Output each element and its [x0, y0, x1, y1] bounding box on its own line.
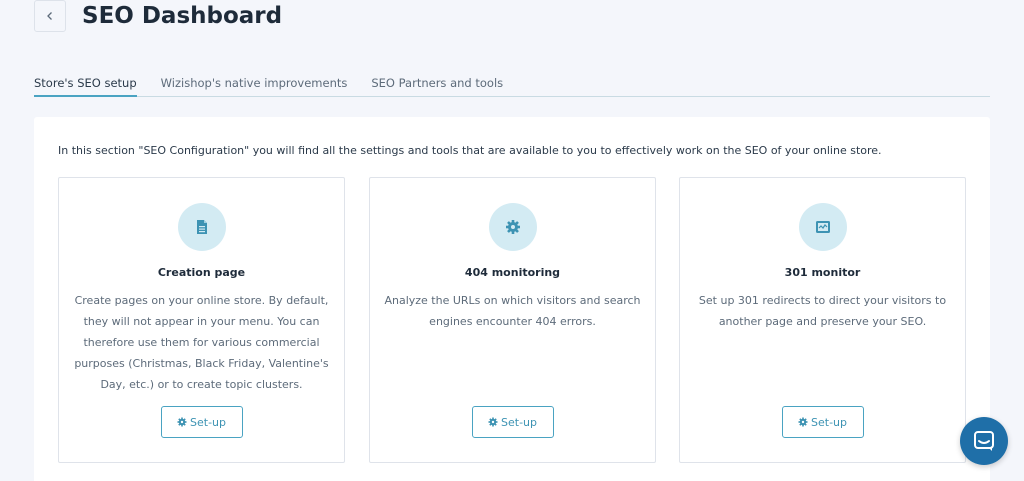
card-301-monitor: 301 monitor Set up 301 redirects to dire…	[679, 177, 966, 463]
card-icon-circle	[798, 203, 847, 251]
monitor-icon	[815, 221, 830, 233]
card-description: Set up 301 redirects to direct your visi…	[698, 294, 947, 328]
document-icon	[196, 220, 207, 234]
intro-text: In this section "SEO Configuration" you …	[58, 144, 882, 157]
gear-icon	[177, 417, 187, 427]
tab-native-improvements[interactable]: Wizishop's native improvements	[161, 70, 348, 97]
setup-button-label: Set-up	[190, 415, 226, 429]
card-description: Analyze the URLs on which visitors and s…	[384, 294, 641, 328]
tab-stores-seo-setup[interactable]: Store's SEO setup	[34, 70, 137, 97]
chat-launcher-button[interactable]	[960, 417, 1008, 465]
tab-bar: Store's SEO setup Wizishop's native impr…	[34, 70, 990, 97]
card-title: 404 monitoring	[464, 266, 561, 279]
card-description: Create pages on your online store. By de…	[74, 294, 329, 391]
gear-icon	[488, 417, 498, 427]
card-title: Creation page	[157, 266, 246, 279]
card-title: 301 monitor	[784, 266, 861, 279]
content-panel: In this section "SEO Configuration" you …	[34, 117, 990, 481]
setup-button-label: Set-up	[811, 415, 847, 429]
chevron-left-icon	[47, 12, 52, 20]
gear-icon	[505, 220, 520, 234]
card-creation-page: Creation page Create pages on your onlin…	[58, 177, 345, 463]
setup-button-creation-page[interactable]: Set-up	[160, 406, 243, 438]
card-icon-circle	[488, 203, 537, 251]
card-404-monitoring: 404 monitoring Analyze the URLs on which…	[369, 177, 656, 463]
back-button[interactable]	[34, 0, 66, 32]
setup-button-label: Set-up	[501, 415, 537, 429]
setup-button-404-monitoring[interactable]: Set-up	[471, 406, 554, 438]
page-title: SEO Dashboard	[82, 3, 283, 29]
tab-seo-partners[interactable]: SEO Partners and tools	[371, 70, 503, 97]
chat-icon	[974, 431, 994, 451]
card-icon-circle	[177, 203, 226, 251]
gear-icon	[798, 417, 808, 427]
setup-button-301-monitor[interactable]: Set-up	[781, 406, 864, 438]
